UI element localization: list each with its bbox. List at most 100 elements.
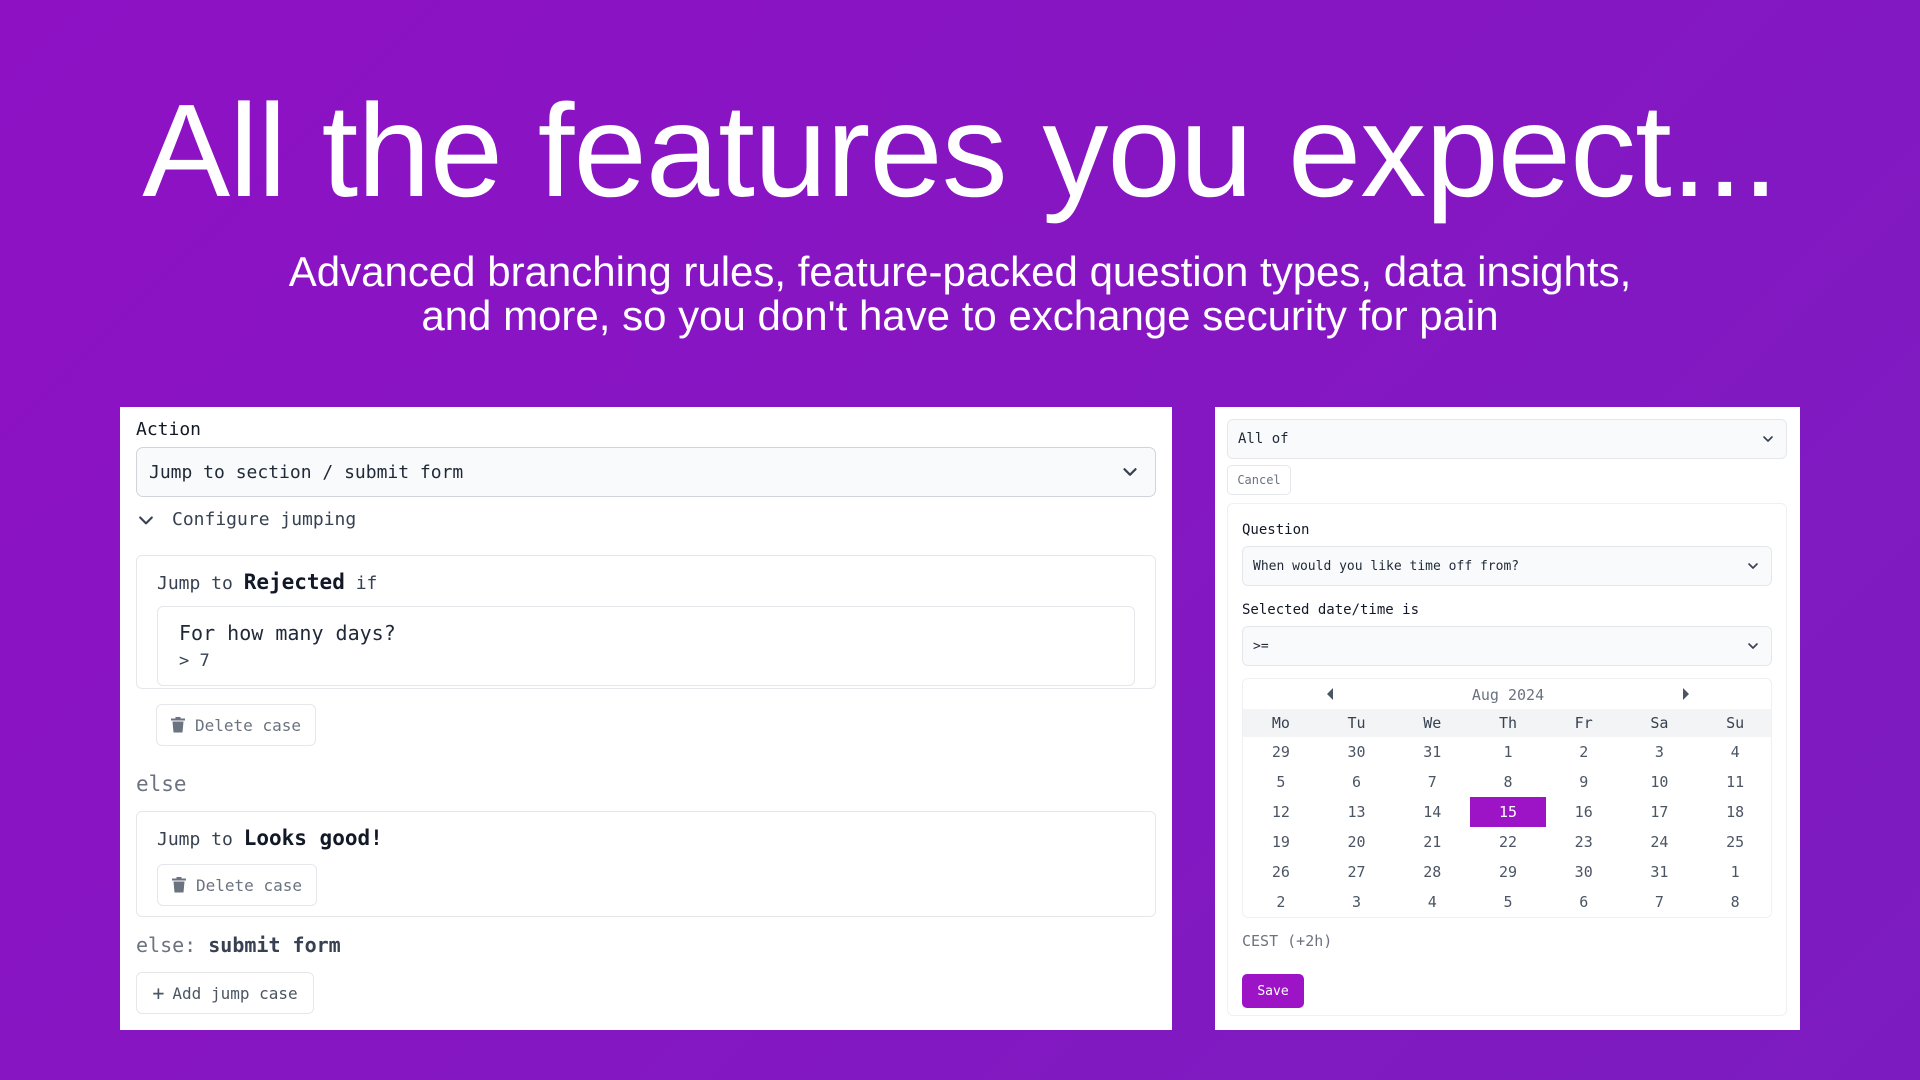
calendar-day[interactable]: 24: [1622, 827, 1698, 857]
question-label: Question: [1242, 522, 1310, 538]
calendar-day[interactable]: 6: [1319, 767, 1395, 797]
calendar-day[interactable]: 5: [1243, 767, 1319, 797]
date-condition-panel: All of Cancel Question When would you li…: [1215, 407, 1800, 1030]
calendar-day[interactable]: 8: [1470, 767, 1546, 797]
calendar-day[interactable]: 22: [1470, 827, 1546, 857]
question-select[interactable]: When would you like time off from?: [1242, 546, 1772, 586]
date-picker-calendar: Aug 2024 Mo Tu We Th Fr Sa Su 29 30 31 1 2 3 4 5 6 7 8 9 1…: [1242, 678, 1772, 918]
final-else: else: submit form: [136, 933, 341, 957]
calendar-day[interactable]: 20: [1319, 827, 1395, 857]
jump-suffix: if: [355, 573, 378, 594]
calendar-day[interactable]: 25: [1697, 827, 1771, 857]
operator-select[interactable]: >=: [1242, 626, 1772, 666]
plus-icon: +: [152, 981, 165, 1005]
calendar-day[interactable]: 8: [1697, 887, 1771, 917]
calendar-day[interactable]: 28: [1394, 857, 1470, 887]
combinator-select[interactable]: All of: [1227, 419, 1787, 459]
weekday-label: Mo: [1271, 714, 1290, 732]
combinator-value: All of: [1238, 431, 1289, 447]
calendar-day[interactable]: 16: [1546, 797, 1622, 827]
calendar-day[interactable]: 4: [1697, 737, 1771, 767]
calendar-day[interactable]: 1: [1697, 857, 1771, 887]
calendar-day[interactable]: 7: [1394, 767, 1470, 797]
calendar-month: Aug 2024: [1471, 686, 1545, 704]
calendar-header: Aug 2024: [1243, 679, 1771, 709]
action-label: Action: [136, 419, 202, 440]
calendar-day[interactable]: 13: [1319, 797, 1395, 827]
configure-jumping-label: Configure jumping: [172, 509, 357, 530]
selected-datetime-label: Selected date/time is: [1242, 602, 1420, 618]
delete-case-label: Delete case: [196, 875, 302, 895]
calendar-day[interactable]: 23: [1546, 827, 1622, 857]
next-month-icon[interactable]: [1681, 687, 1691, 701]
calendar-day[interactable]: 29: [1243, 737, 1319, 767]
add-jump-case-label: Add jump case: [172, 983, 298, 1003]
final-else-action: submit form: [208, 933, 341, 957]
jump-prefix: Jump to: [157, 829, 233, 850]
calendar-day[interactable]: 6: [1546, 887, 1622, 917]
configure-jumping-toggle[interactable]: Configure jumping: [136, 509, 356, 530]
weekday-label: We: [1423, 714, 1442, 732]
question-select-value: When would you like time off from?: [1253, 558, 1520, 574]
calendar-day[interactable]: 3: [1319, 887, 1395, 917]
weekday-label: Th: [1498, 714, 1518, 732]
calendar-day[interactable]: 21: [1394, 827, 1470, 857]
calendar-day[interactable]: 3: [1622, 737, 1698, 767]
trash-icon: [172, 877, 187, 893]
delete-case-button[interactable]: Delete case: [157, 864, 317, 906]
calendar-day[interactable]: 14: [1394, 797, 1470, 827]
jump-case-card: Jump to Looks good! Delete case: [136, 811, 1156, 917]
jump-target: Looks good!: [243, 826, 383, 850]
cancel-button[interactable]: Cancel: [1227, 465, 1291, 495]
calendar-day[interactable]: 11: [1697, 767, 1771, 797]
calendar-day[interactable]: 2: [1546, 737, 1622, 767]
jump-case-header: Jump to Looks good!: [157, 826, 383, 850]
calendar-day[interactable]: 5: [1470, 887, 1546, 917]
condition-box[interactable]: For how many days? > 7: [157, 606, 1135, 686]
add-jump-case-button[interactable]: + Add jump case: [136, 972, 314, 1014]
jump-target: Rejected: [243, 570, 345, 594]
condition-question: For how many days?: [179, 621, 396, 645]
condition-value: > 7: [179, 651, 210, 671]
final-else-prefix: else:: [136, 933, 197, 957]
calendar-day[interactable]: 31: [1394, 737, 1470, 767]
calendar-day[interactable]: 30: [1319, 737, 1395, 767]
delete-case-label: Delete case: [195, 715, 301, 735]
calendar-day[interactable]: 12: [1243, 797, 1319, 827]
calendar-day[interactable]: 19: [1243, 827, 1319, 857]
chevron-down-icon: [1748, 643, 1758, 649]
hero-title: All the features you expect...: [142, 77, 1779, 224]
else-label: else: [136, 772, 187, 796]
calendar-day[interactable]: 26: [1243, 857, 1319, 887]
action-select[interactable]: Jump to section / submit form: [136, 447, 1156, 497]
calendar-day[interactable]: 7: [1622, 887, 1698, 917]
save-button[interactable]: Save: [1242, 974, 1304, 1008]
calendar-day[interactable]: 1: [1470, 737, 1546, 767]
chevron-down-icon: [1763, 436, 1773, 442]
weekday-label: Fr: [1574, 714, 1593, 732]
calendar-day-selected[interactable]: 15: [1470, 797, 1546, 827]
weekday-label: Sa: [1650, 714, 1669, 732]
weekday-label: Su: [1726, 714, 1745, 732]
calendar-day[interactable]: 2: [1243, 887, 1319, 917]
calendar-day[interactable]: 4: [1394, 887, 1470, 917]
calendar-day[interactable]: 10: [1622, 767, 1698, 797]
delete-case-button[interactable]: Delete case: [156, 704, 316, 746]
calendar-day[interactable]: 29: [1470, 857, 1546, 887]
calendar-day[interactable]: 18: [1697, 797, 1771, 827]
calendar-day[interactable]: 9: [1546, 767, 1622, 797]
calendar-day[interactable]: 30: [1546, 857, 1622, 887]
calendar-day[interactable]: 31: [1622, 857, 1698, 887]
calendar-day[interactable]: 27: [1319, 857, 1395, 887]
weekday-header: Mo Tu We Th Fr Sa Su: [1243, 709, 1771, 737]
jump-prefix: Jump to: [157, 573, 233, 594]
hero-subtitle-line-1: Advanced branching rules, feature-packed…: [288, 248, 1632, 295]
operator-select-value: >=: [1253, 638, 1269, 654]
jump-case-header: Jump to Rejected if: [157, 570, 377, 594]
weekday-label: Tu: [1347, 714, 1366, 732]
hero-subtitle: Advanced branching rules, feature-packed…: [0, 250, 1920, 338]
chevron-down-icon: [139, 515, 153, 524]
condition-editor: Question When would you like time off fr…: [1227, 503, 1787, 1016]
calendar-days: 29 30 31 1 2 3 4 5 6 7 8 9 10 11 12 13 14 15 16 17 18 19 20 21 2…: [1243, 737, 1771, 917]
calendar-day[interactable]: 17: [1622, 797, 1698, 827]
